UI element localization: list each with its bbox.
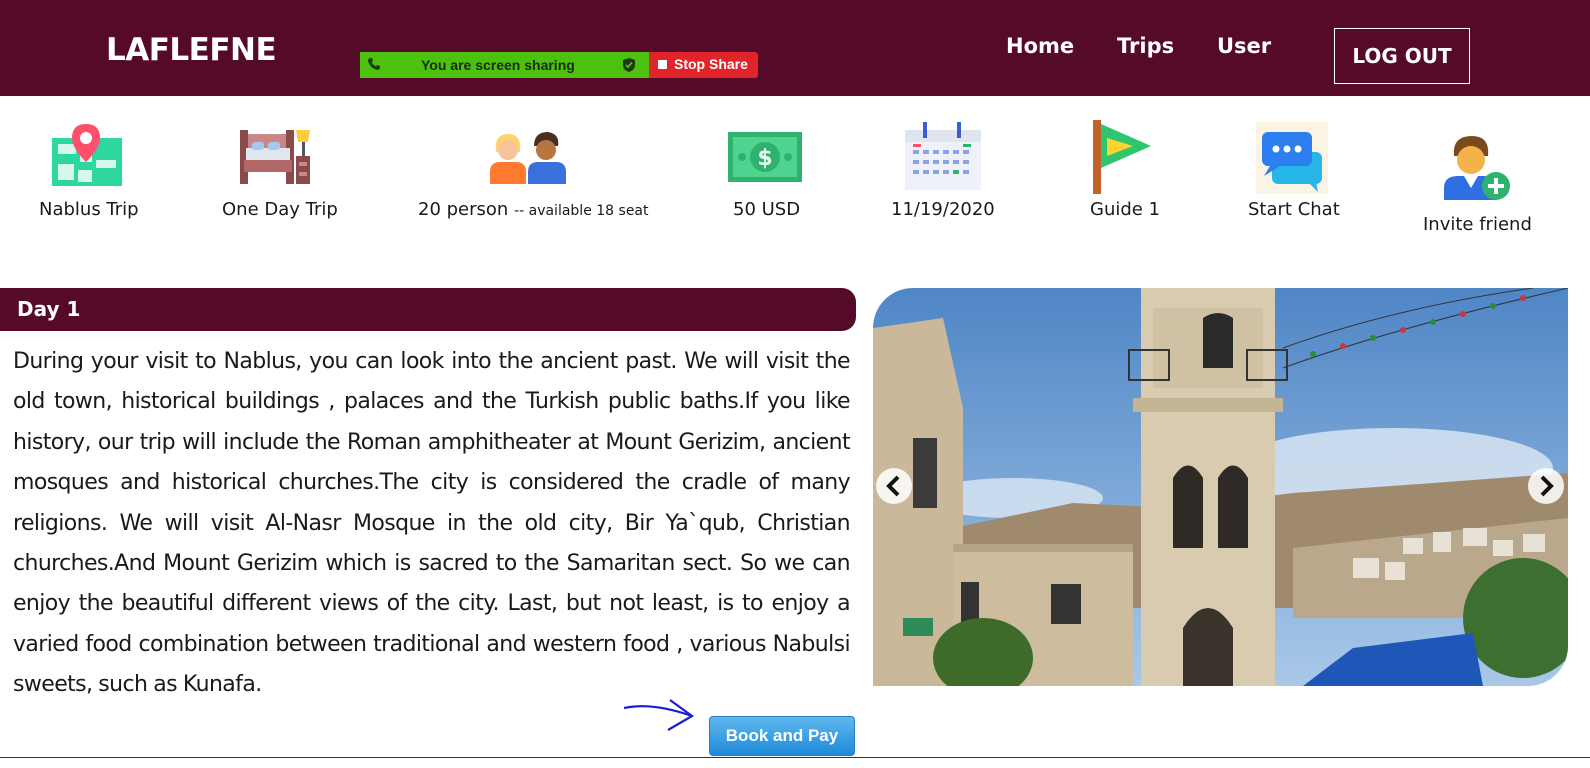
money-icon: $ <box>728 132 802 182</box>
date-label: 11/19/2020 <box>891 199 995 220</box>
logout-button[interactable]: LOG OUT <box>1334 28 1470 84</box>
flag-icon <box>1093 120 1151 194</box>
nablus-photo <box>873 288 1568 686</box>
map-pin-icon <box>52 124 122 186</box>
screen-share-status: You are screen sharing <box>360 52 649 78</box>
persons-label: 20 person -- available 18 seat <box>418 199 649 220</box>
screen-share-bar: You are screen sharing Stop Share <box>360 52 758 78</box>
duration-label: One Day Trip <box>222 199 338 220</box>
carousel-prev-button[interactable] <box>876 468 912 504</box>
day-title: Day 1 <box>17 297 81 321</box>
price-label: 50 USD <box>733 199 801 220</box>
carousel-next-button[interactable] <box>1528 468 1564 504</box>
image-carousel[interactable] <box>873 288 1568 686</box>
people-icon <box>490 132 566 184</box>
phone-icon <box>368 58 380 70</box>
add-user-icon <box>1444 136 1510 200</box>
trip-name-label: Nablus Trip <box>39 199 139 220</box>
stop-share-button[interactable]: Stop Share <box>649 52 758 78</box>
calendar-icon <box>905 122 981 190</box>
site-logo[interactable]: LAFLEFNE <box>106 32 277 68</box>
chat-icon <box>1256 122 1328 194</box>
invite-friend-button[interactable]: Invite friend <box>1423 214 1532 235</box>
day-header: Day 1 <box>0 288 856 331</box>
day-description: During your visit to Nablus, you can loo… <box>13 349 851 698</box>
page-divider <box>0 757 1590 758</box>
nav-home[interactable]: Home <box>1006 34 1074 58</box>
svg-text:$: $ <box>757 146 772 171</box>
shield-icon <box>623 58 635 72</box>
stop-icon <box>658 60 667 69</box>
guide-label: Guide 1 <box>1090 199 1161 220</box>
chevron-left-icon <box>886 475 900 497</box>
top-header: LAFLEFNE You are screen sharing Stop Sha… <box>0 0 1590 96</box>
nav-trips[interactable]: Trips <box>1117 34 1174 58</box>
start-chat-button[interactable]: Start Chat <box>1248 199 1340 220</box>
available-seats: -- available 18 seat <box>514 203 649 219</box>
book-and-pay-button[interactable]: Book and Pay <box>709 716 855 756</box>
bed-icon <box>240 130 310 184</box>
nav-user[interactable]: User <box>1217 34 1271 58</box>
annotation-arrow <box>623 699 695 731</box>
chevron-right-icon <box>1540 475 1554 497</box>
